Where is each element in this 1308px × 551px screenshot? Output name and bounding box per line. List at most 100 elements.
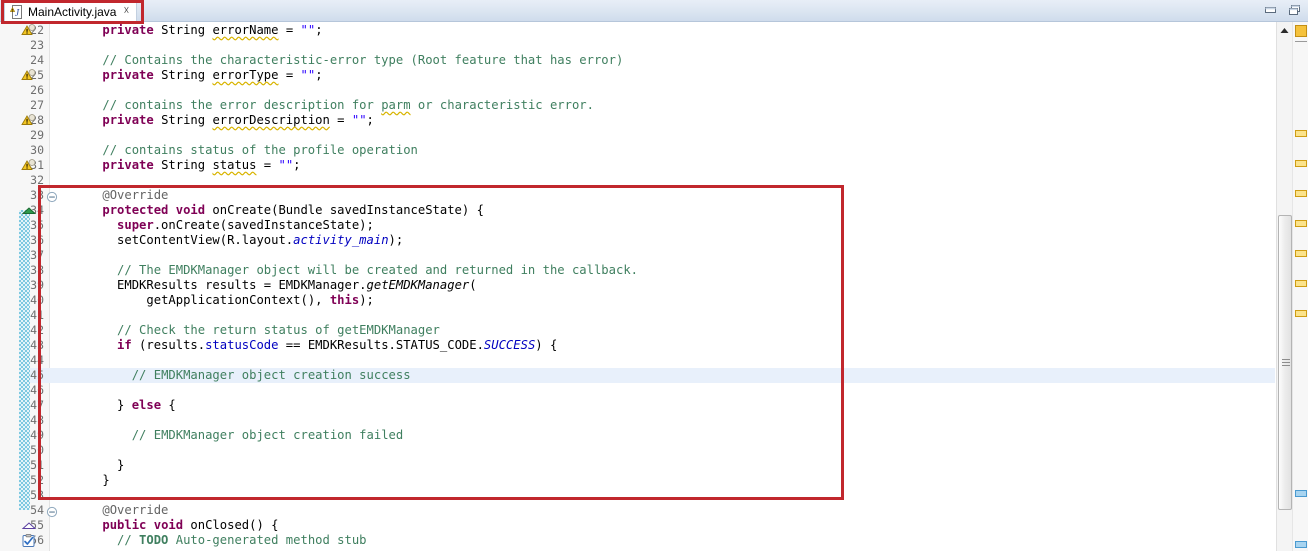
code-token: // Check the return status of getEMDKMan… <box>117 323 440 337</box>
minimize-icon[interactable] <box>1263 3 1278 17</box>
code-token: "" <box>301 23 316 37</box>
code-token: errorType <box>212 68 278 82</box>
code-token: activity_main <box>293 233 388 247</box>
code-token: onCreate(Bundle savedInstanceState) { <box>212 203 484 217</box>
overview-warning-marker[interactable] <box>1295 250 1307 257</box>
vertical-scrollbar[interactable] <box>1276 22 1292 551</box>
code-token: (results. <box>139 338 205 352</box>
code-token: public <box>102 518 153 532</box>
overview-warning-marker[interactable] <box>1295 280 1307 287</box>
code-token: // EMDKManager object creation failed <box>132 428 404 442</box>
code-line[interactable]: } <box>102 473 109 488</box>
overview-warning-marker[interactable] <box>1295 310 1307 317</box>
code-line[interactable]: private String errorName = ""; <box>102 23 322 38</box>
line-number: 41 <box>0 308 45 323</box>
todo-task-icon[interactable] <box>21 534 37 548</box>
code-token: ( <box>469 278 476 292</box>
code-token: else <box>132 398 161 412</box>
maximize-restore-icon[interactable] <box>1287 3 1302 17</box>
code-token: super <box>117 218 154 232</box>
code-token: ; <box>293 158 300 172</box>
code-token: { <box>161 398 176 412</box>
code-token: status <box>212 158 256 172</box>
code-line[interactable]: private String status = ""; <box>102 158 300 173</box>
svg-text:J: J <box>15 8 20 19</box>
line-number: 52 <box>0 473 45 488</box>
line-number: 33 <box>0 188 45 203</box>
code-line[interactable]: @Override <box>102 188 168 203</box>
warning-icon[interactable] <box>21 69 37 83</box>
close-icon[interactable]: ☓ <box>123 6 129 17</box>
code-line[interactable]: } <box>117 458 124 473</box>
warning-icon[interactable] <box>21 114 37 128</box>
overview-warning-marker[interactable] <box>1295 220 1307 227</box>
code-line[interactable]: @Override <box>102 503 168 518</box>
code-line[interactable]: super.onCreate(savedInstanceState); <box>117 218 374 233</box>
line-number: 37 <box>0 248 45 263</box>
code-line[interactable]: EMDKResults results = EMDKManager.getEMD… <box>117 278 477 293</box>
code-line[interactable]: public void onClosed() { <box>102 518 278 533</box>
fold-collapse-icon[interactable] <box>46 505 58 517</box>
code-line[interactable]: // contains status of the profile operat… <box>102 143 418 158</box>
code-token: statusCode <box>205 338 278 352</box>
code-line[interactable]: // The EMDKManager object will be create… <box>117 263 638 278</box>
code-token: getEMDKManager <box>367 278 470 292</box>
code-token: @Override <box>102 188 168 202</box>
editor-tab-mainactivity[interactable]: J MainActivity.java ☓ <box>4 1 137 21</box>
line-number: 50 <box>0 443 45 458</box>
code-line[interactable]: setContentView(R.layout.activity_main); <box>117 233 403 248</box>
code-line[interactable]: // EMDKManager object creation failed <box>132 428 404 443</box>
line-number: 35 <box>0 218 45 233</box>
code-line[interactable]: getApplicationContext(), this); <box>146 293 373 308</box>
code-line[interactable]: // Check the return status of getEMDKMan… <box>117 323 440 338</box>
line-number: 32 <box>0 173 45 188</box>
fold-collapse-icon[interactable] <box>46 190 58 202</box>
warning-icon[interactable] <box>21 24 37 38</box>
code-token: String <box>161 23 212 37</box>
code-line[interactable]: // EMDKManager object creation success <box>132 368 411 383</box>
overview-warning-marker[interactable] <box>1295 160 1307 167</box>
scroll-up-arrow-icon[interactable] <box>1277 22 1292 38</box>
editor-tab-bar: J MainActivity.java ☓ <box>0 0 1308 22</box>
override-indicator-icon[interactable] <box>21 204 37 218</box>
overview-status-warning-icon[interactable] <box>1295 25 1307 37</box>
code-token: private <box>102 113 161 127</box>
code-line[interactable]: private String errorType = ""; <box>102 68 322 83</box>
code-line[interactable]: if (results.statusCode == EMDKResults.ST… <box>117 338 557 353</box>
code-line[interactable]: // Contains the characteristic-error typ… <box>102 53 623 68</box>
warning-icon[interactable] <box>21 159 37 173</box>
code-token: onClosed() { <box>190 518 278 532</box>
code-token: if <box>117 338 139 352</box>
code-token: } <box>117 458 124 472</box>
overview-ruler[interactable] <box>1292 22 1308 551</box>
code-token: ; <box>367 113 374 127</box>
code-line[interactable]: private String errorDescription = ""; <box>102 113 374 128</box>
line-number: 42 <box>0 323 45 338</box>
java-file-warning-icon: J <box>10 5 24 19</box>
line-number: 53 <box>0 488 45 503</box>
overview-task-marker[interactable] <box>1295 541 1307 548</box>
code-line[interactable]: protected void onCreate(Bundle savedInst… <box>102 203 484 218</box>
line-number: 48 <box>0 413 45 428</box>
code-token: SUCCESS <box>484 338 535 352</box>
code-editor-area[interactable]: 22private String errorName = "";2324// C… <box>0 22 1308 551</box>
window-controls <box>1263 3 1302 17</box>
overview-warning-marker[interactable] <box>1295 130 1307 137</box>
vertical-scrollbar-thumb[interactable] <box>1278 215 1292 510</box>
code-line[interactable]: // TODO Auto-generated method stub <box>117 533 367 548</box>
code-token: ; <box>315 23 322 37</box>
code-token: parm <box>381 98 410 112</box>
code-token: "" <box>301 68 316 82</box>
implements-indicator-icon[interactable] <box>21 519 37 533</box>
code-line[interactable]: } else { <box>117 398 176 413</box>
line-number: 46 <box>0 383 45 398</box>
code-token: private <box>102 68 161 82</box>
code-token: EMDKResults results = EMDKManager. <box>117 278 366 292</box>
overview-warning-marker[interactable] <box>1295 190 1307 197</box>
code-line[interactable]: // contains the error description for pa… <box>102 98 594 113</box>
line-number: 27 <box>0 98 45 113</box>
overview-task-marker[interactable] <box>1295 490 1307 497</box>
code-token: setContentView(R.layout. <box>117 233 293 247</box>
line-number: 40 <box>0 293 45 308</box>
code-token: String <box>161 113 212 127</box>
